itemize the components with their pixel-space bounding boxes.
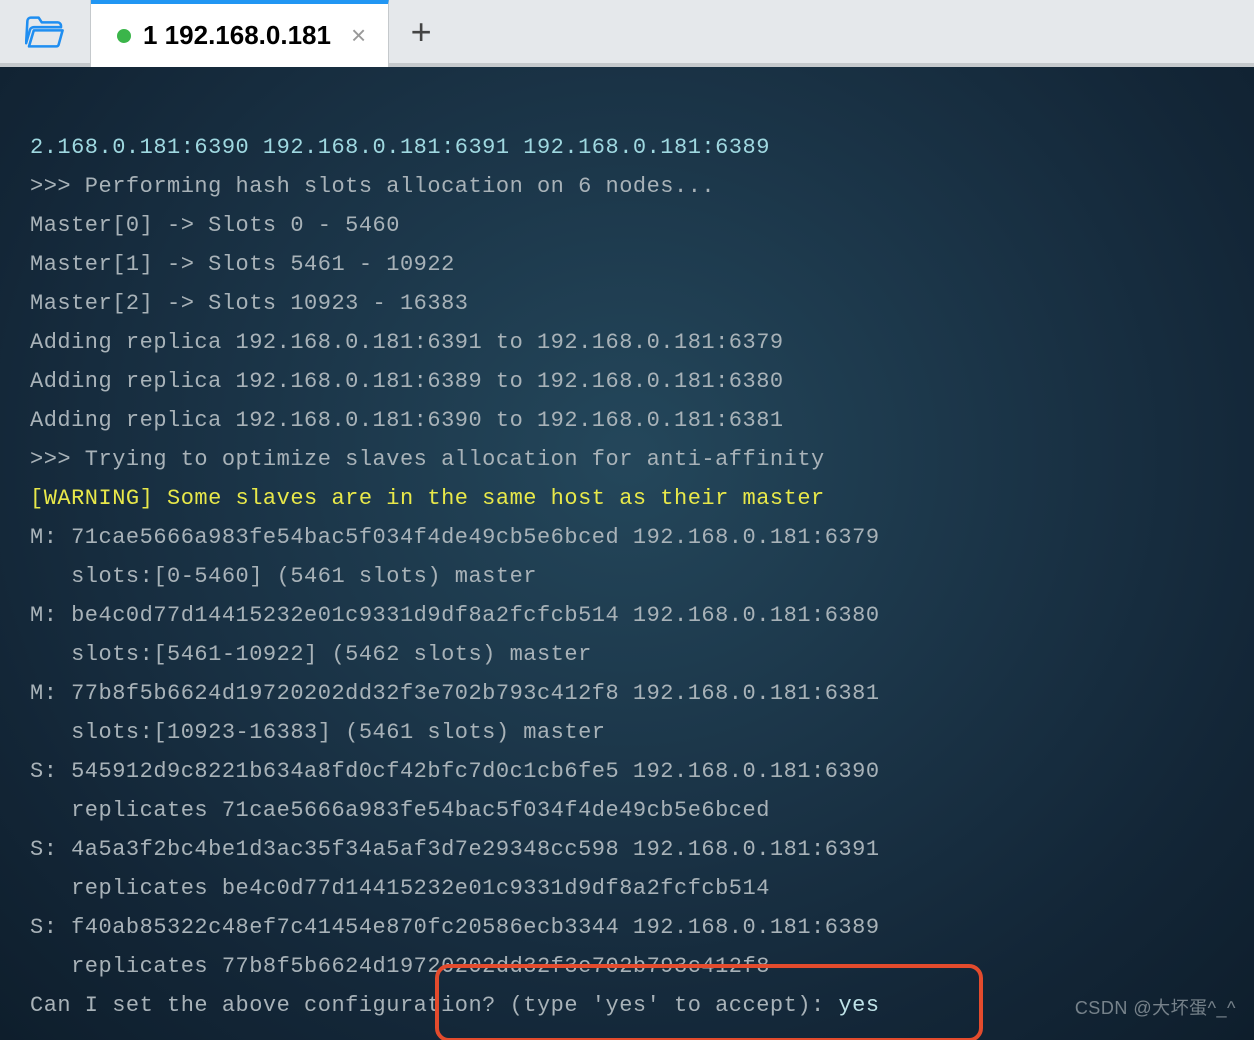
terminal-line: >>> Trying to optimize slaves allocation… <box>30 440 1224 479</box>
terminal-line: Master[0] -> Slots 0 - 5460 <box>30 206 1224 245</box>
prompt-question: Can I set the above configuration? (type… <box>30 993 838 1018</box>
folder-open-icon <box>25 16 65 48</box>
terminal-line: slots:[0-5460] (5461 slots) master <box>30 557 1224 596</box>
terminal-line: replicates be4c0d77d14415232e01c9331d9df… <box>30 869 1224 908</box>
terminal-line: M: be4c0d77d14415232e01c9331d9df8a2fcfcb… <box>30 596 1224 635</box>
terminal-line: Adding replica 192.168.0.181:6389 to 192… <box>30 362 1224 401</box>
terminal-line: 2.168.0.181:6390 192.168.0.181:6391 192.… <box>30 128 1224 167</box>
close-tab-button[interactable]: × <box>351 20 366 51</box>
terminal-line: replicates 77b8f5b6624d19720202dd32f3e70… <box>30 947 1224 986</box>
open-folder-button[interactable] <box>0 0 91 63</box>
terminal-line: M: 71cae5666a983fe54bac5f034f4de49cb5e6b… <box>30 518 1224 557</box>
terminal-prompt-line: Can I set the above configuration? (type… <box>30 986 1224 1025</box>
connection-status-dot <box>117 29 131 43</box>
terminal-line: Master[2] -> Slots 10923 - 16383 <box>30 284 1224 323</box>
terminal-line: M: 77b8f5b6624d19720202dd32f3e702b793c41… <box>30 674 1224 713</box>
terminal-line: slots:[5461-10922] (5462 slots) master <box>30 635 1224 674</box>
terminal-line: [WARNING] Some slaves are in the same ho… <box>30 479 1224 518</box>
tab-title: 1 192.168.0.181 <box>143 20 331 51</box>
add-tab-button[interactable]: + <box>389 0 453 63</box>
watermark: CSDN @大坏蛋^_^ <box>1075 989 1236 1028</box>
terminal-line: Master[1] -> Slots 5461 - 10922 <box>30 245 1224 284</box>
terminal-lines: 2.168.0.181:6390 192.168.0.181:6391 192.… <box>30 128 1224 1025</box>
terminal-line: S: 545912d9c8221b634a8fd0cf42bfc7d0c1cb6… <box>30 752 1224 791</box>
terminal-output[interactable]: 2.168.0.181:6390 192.168.0.181:6391 192.… <box>0 67 1254 1040</box>
tab-active[interactable]: 1 192.168.0.181 × <box>91 0 389 67</box>
terminal-line: S: f40ab85322c48ef7c41454e870fc20586ecb3… <box>30 908 1224 947</box>
terminal-line: Adding replica 192.168.0.181:6391 to 192… <box>30 323 1224 362</box>
terminal-line: >>> Performing hash slots allocation on … <box>30 167 1224 206</box>
tab-bar: 1 192.168.0.181 × + <box>0 0 1254 67</box>
terminal-line: S: 4a5a3f2bc4be1d3ac35f34a5af3d7e29348cc… <box>30 830 1224 869</box>
terminal-line: Adding replica 192.168.0.181:6390 to 192… <box>30 401 1224 440</box>
terminal-line: replicates 71cae5666a983fe54bac5f034f4de… <box>30 791 1224 830</box>
prompt-answer: yes <box>838 993 879 1018</box>
terminal-line: slots:[10923-16383] (5461 slots) master <box>30 713 1224 752</box>
